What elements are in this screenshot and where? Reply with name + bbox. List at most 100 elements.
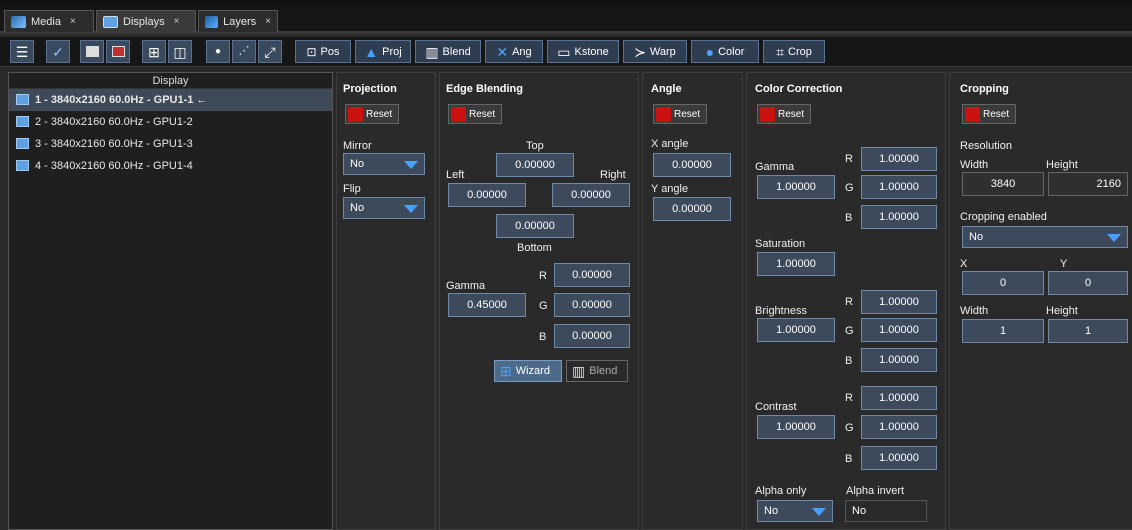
gamma-b-field[interactable]: 1.00000 (861, 205, 937, 229)
brightness-field[interactable]: 1.00000 (757, 318, 835, 342)
list-item[interactable]: 1 - 3840x2160 60.0Hz - GPU1-1 ← (9, 89, 332, 111)
transform-icon: ⤢ (264, 43, 276, 60)
alpha-invert-label: Alpha invert (846, 485, 905, 497)
crop-label: Crop (788, 45, 812, 58)
wizard-label: Wizard (515, 365, 550, 377)
contrast-r-field[interactable]: 1.00000 (861, 386, 937, 410)
blend-button[interactable]: ▥ Blend (415, 40, 481, 63)
blend-toggle-button[interactable]: ▥ Blend (566, 360, 628, 382)
split-button[interactable]: ◫ (168, 40, 192, 63)
layers-icon (205, 15, 219, 28)
tab-layers[interactable]: Layers × (198, 10, 278, 32)
bottom-field[interactable]: 0.00000 (496, 214, 574, 238)
mirror-label: Mirror (343, 140, 372, 152)
mirror-dropdown[interactable]: No (343, 153, 425, 175)
close-icon[interactable]: × (265, 16, 271, 27)
crop-button[interactable]: ⌗ Crop (763, 40, 825, 63)
gamma-label: Gamma (446, 280, 486, 292)
alpha-only-dropdown[interactable]: No (757, 500, 833, 522)
crop-width-field[interactable]: 1 (962, 319, 1044, 343)
contrast-field[interactable]: 1.00000 (757, 415, 835, 439)
crop-height-label: Height (1046, 305, 1078, 317)
monitor-icon (16, 116, 29, 127)
gamma-g-field[interactable]: 1.00000 (861, 175, 937, 199)
select-button[interactable]: ✓ (46, 40, 70, 63)
tab-bar: Media × Displays × Layers × (0, 6, 1132, 34)
ang-label: Ang (512, 45, 532, 58)
crop-height-field[interactable]: 1 (1048, 319, 1128, 343)
point-button[interactable]: ● (206, 40, 230, 63)
ang-button[interactable]: ✕ Ang (485, 40, 543, 63)
projection-reset-button[interactable]: Reset (345, 104, 399, 124)
list-item[interactable]: 3 - 3840x2160 60.0Hz - GPU1-3 (9, 133, 332, 155)
blend-icon: ▥ (425, 43, 439, 60)
angle-reset-button[interactable]: Reset (653, 104, 707, 124)
gamma-r-field[interactable]: 1.00000 (861, 147, 937, 171)
flip-value: No (350, 202, 365, 214)
left-field[interactable]: 0.00000 (448, 183, 526, 207)
tab-layers-label: Layers (223, 15, 257, 28)
saturation-label: Saturation (755, 238, 806, 250)
list-item[interactable]: 4 - 3840x2160 60.0Hz - GPU1-4 (9, 155, 332, 177)
wizard-button[interactable]: ⊞ Wizard (494, 360, 562, 382)
angle-section: Angle Reset X angle 0.00000 Y angle 0.00… (642, 72, 743, 530)
reset-label: Reset (778, 108, 805, 120)
cropping-enabled-dropdown[interactable]: No (962, 226, 1128, 248)
pos-label: Pos (320, 45, 340, 58)
close-icon[interactable]: × (174, 16, 180, 27)
brightness-g-field[interactable]: 1.00000 (861, 318, 937, 342)
display-label: 3 - 3840x2160 60.0Hz - GPU1-3 (35, 138, 193, 150)
chevron-down-icon (404, 205, 418, 213)
crop-x-field[interactable]: 0 (962, 271, 1044, 295)
kstone-button[interactable]: ▭ Kstone (547, 40, 619, 63)
edge-blending-section: Edge Blending Reset Top 0.00000 Left Rig… (439, 72, 639, 530)
reset-icon (348, 106, 363, 122)
edge-blending-reset-button[interactable]: Reset (448, 104, 502, 124)
color-label: Color (718, 45, 745, 58)
color-reset-button[interactable]: Reset (757, 104, 811, 124)
crop-y-field[interactable]: 0 (1048, 271, 1128, 295)
transform-button[interactable]: ⤢ (258, 40, 282, 63)
test-pattern-button[interactable] (106, 40, 130, 63)
gamma-field[interactable]: 1.00000 (757, 175, 835, 199)
pos-button[interactable]: ⊡ Pos (295, 40, 351, 63)
top-field[interactable]: 0.00000 (496, 153, 574, 177)
list-item[interactable]: 2 - 3840x2160 60.0Hz - GPU1-2 (9, 111, 332, 133)
reset-icon (965, 106, 980, 122)
points-button[interactable]: ⋰ (232, 40, 256, 63)
saturation-field[interactable]: 1.00000 (757, 252, 835, 276)
angle-title: Angle (651, 83, 682, 95)
alpha-invert-field[interactable]: No (845, 500, 927, 522)
width-label: Width (960, 159, 989, 171)
blend-gamma-field[interactable]: 0.45000 (448, 293, 526, 317)
close-icon[interactable]: × (70, 16, 76, 27)
resolution-label: Resolution (960, 140, 1012, 152)
y-angle-field[interactable]: 0.00000 (653, 197, 731, 221)
checkmark-icon: ✓ (52, 43, 64, 60)
r-label: R (845, 296, 853, 308)
contrast-g-field[interactable]: 1.00000 (861, 415, 937, 439)
warp-button[interactable]: ≻ Warp (623, 40, 687, 63)
tab-displays[interactable]: Displays × (96, 10, 196, 32)
x-angle-field[interactable]: 0.00000 (653, 153, 731, 177)
proj-button[interactable]: ▲ Proj (355, 40, 411, 63)
brightness-b-field[interactable]: 1.00000 (861, 348, 937, 372)
color-correction-section: Color Correction Reset Gamma R 1.00000 1… (746, 72, 946, 530)
color-drop-icon: ● (705, 43, 715, 60)
right-field[interactable]: 0.00000 (552, 183, 630, 207)
monitor-button[interactable] (80, 40, 104, 63)
list-view-button[interactable]: ☰ (10, 40, 34, 63)
flip-dropdown[interactable]: No (343, 197, 425, 219)
mirror-value: No (350, 158, 365, 170)
blend-b-field[interactable]: 0.00000 (554, 324, 630, 348)
chevron-down-icon (1107, 234, 1121, 242)
blend-r-field[interactable]: 0.00000 (554, 263, 630, 287)
color-button[interactable]: ● Color (691, 40, 759, 63)
contrast-b-field[interactable]: 1.00000 (861, 446, 937, 470)
tab-media[interactable]: Media × (4, 10, 94, 32)
grid-button[interactable]: ⊞ (142, 40, 166, 63)
cropping-reset-button[interactable]: Reset (962, 104, 1016, 124)
blend-g-field[interactable]: 0.00000 (554, 293, 630, 317)
bottom-label: Bottom (517, 242, 552, 254)
brightness-r-field[interactable]: 1.00000 (861, 290, 937, 314)
